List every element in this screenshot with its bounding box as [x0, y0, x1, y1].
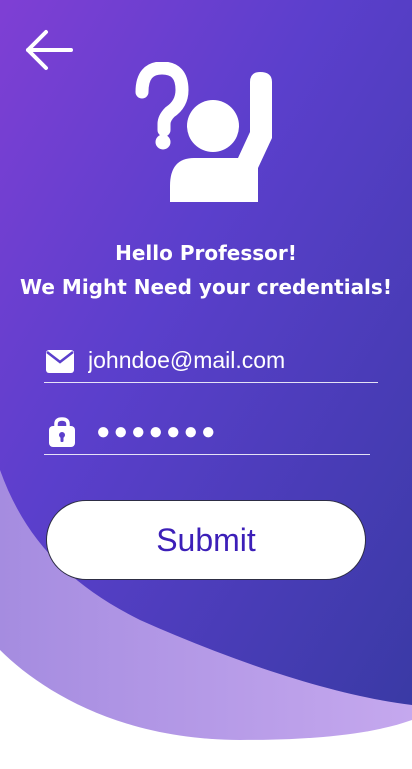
password-input[interactable] — [96, 418, 370, 446]
lock-icon — [44, 417, 80, 449]
headline-greeting: Hello Professor! — [115, 241, 297, 265]
password-field[interactable] — [44, 412, 370, 455]
submit-button[interactable]: Submit — [46, 500, 366, 580]
headline-subtitle: We Might Need your credentials! — [20, 275, 392, 299]
raised-hand-question-icon — [135, 62, 272, 202]
email-field[interactable] — [44, 340, 378, 383]
arrow-left-icon — [26, 30, 73, 70]
mail-icon — [44, 347, 76, 375]
back-button[interactable] — [22, 26, 78, 74]
email-input[interactable] — [88, 346, 378, 374]
